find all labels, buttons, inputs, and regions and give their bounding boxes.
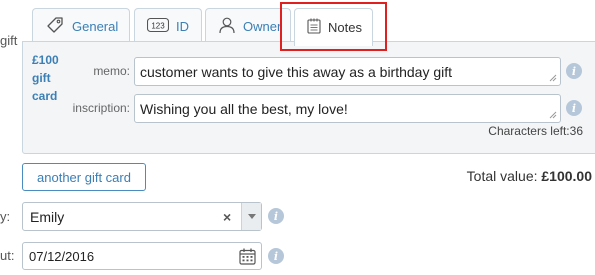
chevron-down-icon[interactable] (241, 203, 261, 230)
memo-info-icon[interactable]: i (566, 63, 582, 79)
card-line-1: £100 (32, 53, 59, 67)
inscription-info-icon[interactable]: i (566, 100, 582, 116)
seller-info-icon[interactable]: i (268, 208, 284, 224)
tag-icon (45, 15, 65, 38)
memo-label: memo: (93, 64, 130, 78)
inscription-label: inscription: (72, 101, 130, 115)
tab-owner[interactable]: Owner (205, 8, 291, 43)
sold-by-label-cut: y: (0, 209, 11, 224)
another-gift-card-button[interactable]: another gift card (22, 163, 146, 191)
seller-select[interactable]: Emily × (22, 202, 262, 231)
inscription-textarea[interactable]: Wishing you all the best, my love! (134, 94, 561, 123)
seller-select-value: Emily (30, 209, 65, 225)
resize-grip-icon[interactable] (549, 74, 557, 82)
calendar-icon[interactable] (239, 248, 256, 268)
card-line-2: gift (32, 71, 51, 85)
gift-label-cut: gift (0, 33, 18, 48)
characters-left: Characters left:36 (488, 124, 583, 138)
tab-general[interactable]: General (32, 8, 130, 43)
total-value: Total value: £100.00 (467, 168, 592, 184)
date-value: 07/12/2016 (29, 249, 95, 264)
id-123-icon-text: 123 (151, 21, 165, 30)
gift-card-label: £100 gift card (32, 51, 64, 105)
user-icon (218, 16, 236, 37)
id-123-icon: 123 (146, 17, 170, 36)
tab-notes[interactable]: Notes (294, 8, 373, 46)
tab-owner-label: Owner (243, 18, 282, 34)
tab-general-label: General (72, 18, 119, 34)
date-input[interactable]: 07/12/2016 (22, 242, 262, 270)
total-label: Total value: (466, 168, 538, 184)
inscription-text: Wishing you all the best, my love! (140, 101, 348, 117)
clear-icon[interactable]: × (223, 209, 231, 225)
tab-notes-label: Notes (328, 20, 362, 35)
memo-text: customer wants to give this away as a bi… (140, 64, 453, 80)
date-label-cut: ut: (0, 248, 15, 263)
memo-textarea[interactable]: customer wants to give this away as a bi… (134, 57, 561, 86)
tab-id-label: ID (176, 18, 189, 34)
notepad-icon (307, 18, 321, 37)
tab-id[interactable]: 123 ID (134, 8, 202, 43)
resize-grip-icon[interactable] (549, 111, 557, 119)
total-amount: £100.00 (541, 168, 592, 184)
date-info-icon[interactable]: i (268, 248, 284, 264)
